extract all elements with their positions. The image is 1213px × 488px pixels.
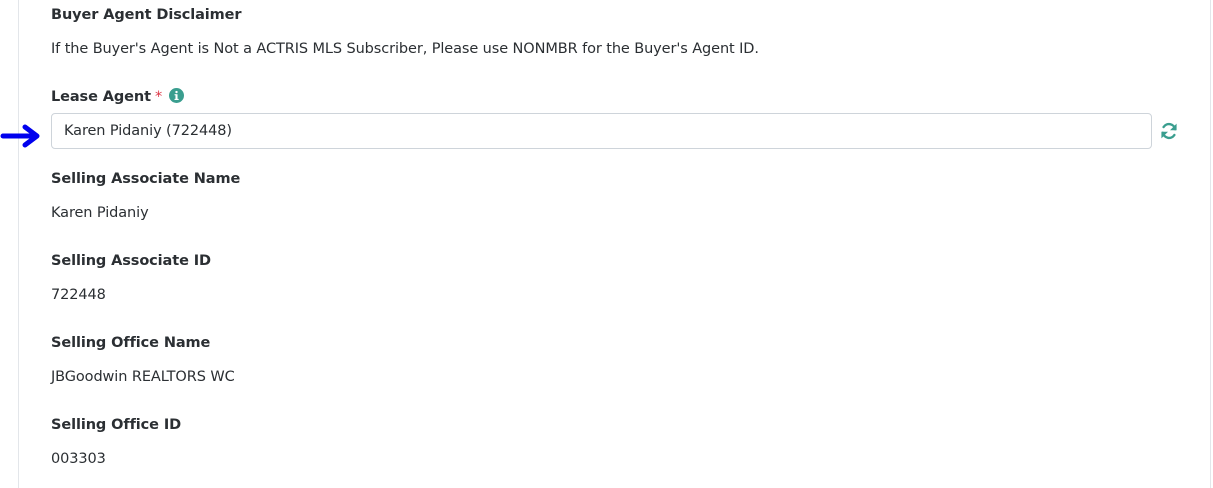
required-marker: * (154, 89, 163, 105)
selling-associate-name-value: Karen Pidaniy (51, 205, 149, 221)
selling-office-name-label: Selling Office Name (51, 335, 211, 351)
lease-agent-label: Lease Agent * (51, 88, 185, 105)
info-circle-icon[interactable] (169, 88, 185, 103)
selling-associate-name-label: Selling Associate Name (51, 171, 241, 187)
selling-associate-id-value: 722448 (51, 287, 106, 303)
lease-agent-input[interactable] (51, 113, 1152, 149)
lease-agent-label-text: Lease Agent (51, 89, 151, 105)
selling-office-name-value: JBGoodwin REALTORS WC (51, 369, 235, 385)
form-panel (18, 0, 1211, 488)
buyer-agent-disclaimer-heading: Buyer Agent Disclaimer (51, 7, 242, 23)
buyer-agent-disclaimer-text: If the Buyer's Agent is Not a ACTRIS MLS… (51, 41, 759, 57)
selling-associate-id-label: Selling Associate ID (51, 253, 211, 269)
arrow-right-icon (0, 124, 40, 148)
selling-office-id-value: 003303 (51, 451, 106, 467)
selling-office-id-label: Selling Office ID (51, 417, 182, 433)
refresh-icon[interactable] (1159, 121, 1179, 141)
